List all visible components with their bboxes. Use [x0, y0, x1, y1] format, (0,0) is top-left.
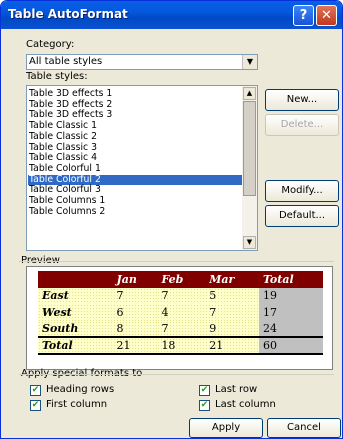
- preview-divider: [19, 261, 334, 262]
- preview-cell: 7: [157, 320, 206, 337]
- preview-row-header: West: [38, 304, 113, 321]
- default-style-button[interactable]: Default...: [265, 205, 339, 227]
- preview-row: South 8 7 9 24: [38, 320, 323, 337]
- scroll-down-icon[interactable]: ▼: [243, 236, 256, 249]
- preview-cell: 5: [205, 287, 259, 304]
- list-item[interactable]: Table Classic 2: [28, 131, 242, 143]
- preview-cell: 7: [157, 287, 206, 304]
- preview-cell: 17: [258, 304, 323, 321]
- preview-row: West 6 4 7 17: [38, 304, 323, 321]
- dialog-title: Table AutoFormat: [8, 7, 128, 21]
- preview-cell: 19: [258, 287, 323, 304]
- cancel-button[interactable]: Cancel: [267, 418, 341, 438]
- scroll-up-icon[interactable]: ▲: [243, 87, 256, 100]
- close-button[interactable]: ✕: [316, 5, 337, 26]
- last-column-label[interactable]: Last column: [215, 399, 276, 410]
- preview-cell: 6: [112, 304, 158, 321]
- preview-cell: 21: [205, 336, 259, 355]
- preview-row: East 7 7 5 19: [38, 287, 323, 304]
- modify-style-button[interactable]: Modify...: [265, 180, 339, 202]
- preview-row-header: Total: [38, 336, 113, 355]
- category-dropdown[interactable]: All table styles ▼: [26, 54, 258, 70]
- preview-cell: Jan: [112, 271, 158, 288]
- preview-cell: 4: [157, 304, 206, 321]
- preview-row-header: South: [38, 320, 113, 337]
- table-styles-label: Table styles:: [26, 71, 88, 82]
- apply-button[interactable]: Apply: [189, 418, 263, 438]
- category-value: All table styles: [29, 56, 103, 67]
- table-styles-list[interactable]: Table 3D effects 1 Table 3D effects 2 Ta…: [26, 85, 258, 251]
- table-autoformat-dialog: Table AutoFormat ? ✕ Category: All table…: [0, 0, 343, 439]
- list-scrollbar[interactable]: ▲ ▼: [242, 86, 257, 250]
- preview-cell: 60: [258, 336, 323, 355]
- first-column-label[interactable]: First column: [46, 399, 107, 410]
- preview-row-header: East: [38, 287, 113, 304]
- preview-header-row: Jan Feb Mar Total: [38, 271, 323, 288]
- last-row-label[interactable]: Last row: [215, 384, 257, 395]
- preview-cell: 9: [205, 320, 259, 337]
- heading-rows-checkbox[interactable]: ✔: [30, 385, 41, 396]
- preview-cell: 8: [112, 320, 158, 337]
- preview-cell: Mar: [205, 271, 259, 288]
- list-item[interactable]: Table Colorful 1: [28, 163, 242, 175]
- scrollbar-thumb[interactable]: [243, 101, 256, 196]
- preview-cell: 18: [157, 336, 206, 355]
- preview-total-row: Total 21 18 21 60: [38, 336, 323, 355]
- preview-cell: Total: [258, 271, 323, 288]
- title-bar[interactable]: Table AutoFormat ? ✕: [1, 1, 342, 29]
- preview-cell: 7: [112, 287, 158, 304]
- heading-rows-label[interactable]: Heading rows: [46, 384, 114, 395]
- delete-style-button[interactable]: Delete...: [265, 114, 339, 136]
- preview-table: Jan Feb Mar Total East 7 7 5 19 West 6 4…: [38, 271, 323, 355]
- preview-cell: Feb: [157, 271, 206, 288]
- preview-cell: 21: [112, 336, 158, 355]
- preview-area: Jan Feb Mar Total East 7 7 5 19 West 6 4…: [26, 266, 333, 370]
- preview-cell: 7: [205, 304, 259, 321]
- list-item[interactable]: Table Columns 2: [28, 206, 242, 218]
- preview-cell: [38, 271, 113, 288]
- last-column-checkbox[interactable]: ✔: [199, 400, 210, 411]
- first-column-checkbox[interactable]: ✔: [30, 400, 41, 411]
- chevron-down-icon[interactable]: ▼: [242, 55, 257, 69]
- help-button[interactable]: ?: [293, 5, 314, 26]
- category-label: Category:: [26, 39, 75, 50]
- special-formats-divider: [19, 374, 334, 375]
- preview-cell: 24: [258, 320, 323, 337]
- last-row-checkbox[interactable]: ✔: [199, 385, 210, 396]
- new-style-button[interactable]: New...: [265, 89, 339, 111]
